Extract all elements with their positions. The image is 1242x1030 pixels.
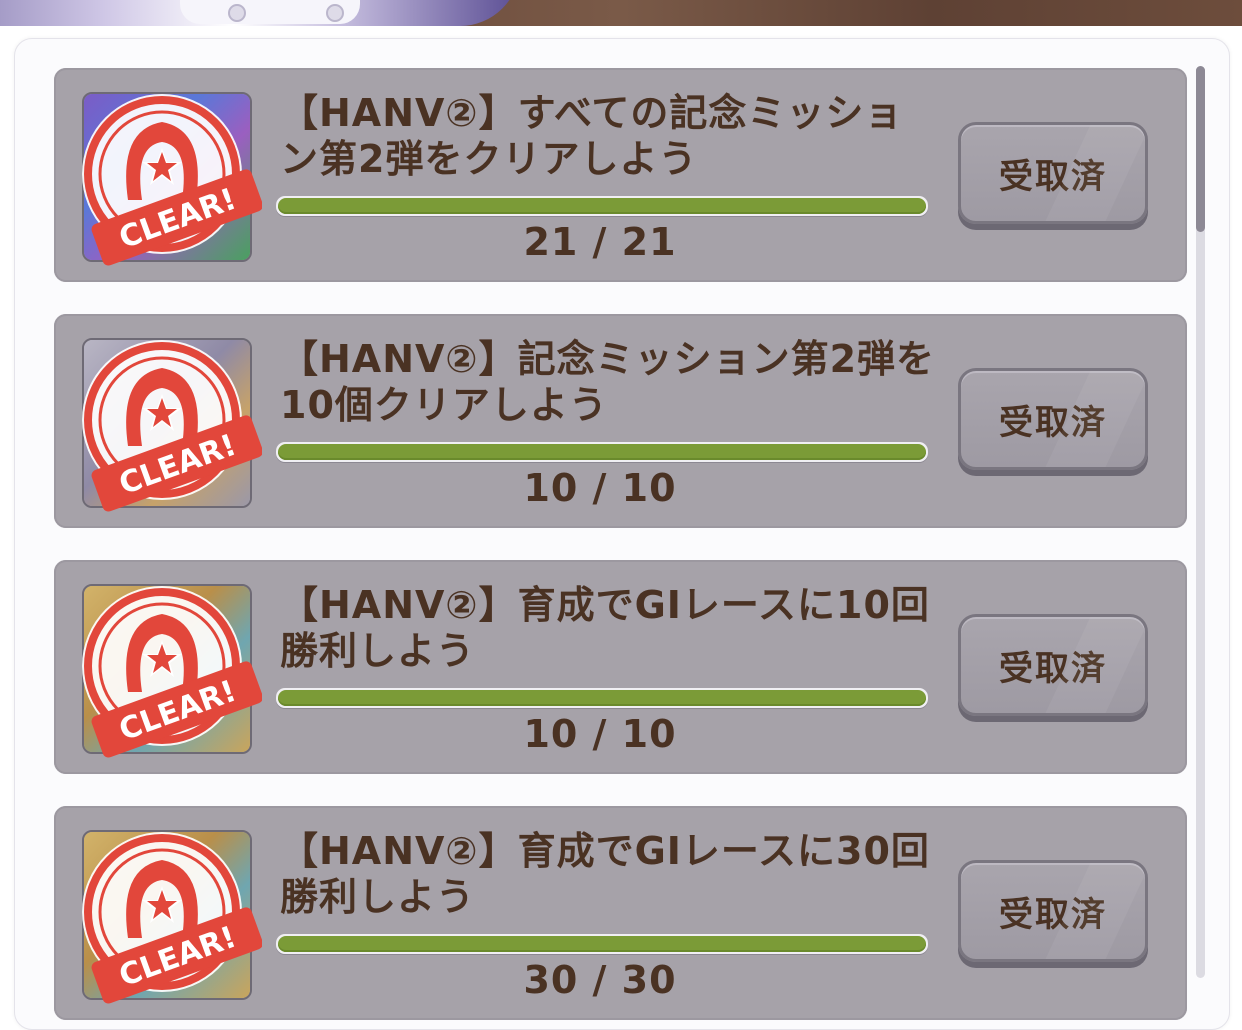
mission-title: 【HANV②】育成でGⅠレースに10回勝利しよう: [280, 583, 930, 673]
progress-fill: [278, 198, 926, 214]
progress-count: 10 / 10: [523, 712, 677, 756]
claimed-button[interactable]: 受取済: [958, 368, 1148, 470]
claimed-button[interactable]: 受取済: [958, 614, 1148, 716]
claimed-button[interactable]: 受取済: [958, 122, 1148, 224]
scrollbar[interactable]: [1196, 66, 1205, 978]
scrollbar-thumb[interactable]: [1196, 66, 1205, 232]
mission-card: CLEAR! 【HANV②】すべての記念ミッション第2弾をクリアしよう 21 /…: [54, 68, 1187, 282]
progress-bar: [276, 442, 928, 462]
progress-count: 30 / 30: [523, 958, 677, 1002]
mission-card: CLEAR! 【HANV②】育成でGⅠレースに10回勝利しよう 10 / 10 …: [54, 560, 1187, 774]
progress-bar: [276, 196, 928, 216]
claimed-button[interactable]: 受取済: [958, 860, 1148, 962]
progress-bar: [276, 934, 928, 954]
clear-stamp-icon: CLEAR!: [82, 340, 262, 512]
mission-list: CLEAR! 【HANV②】すべての記念ミッション第2弾をクリアしよう 21 /…: [0, 0, 1242, 1020]
mission-card: CLEAR! 【HANV②】記念ミッション第2弾を10個クリアしよう 10 / …: [54, 314, 1187, 528]
clear-stamp-icon: CLEAR!: [82, 586, 262, 758]
mission-title: 【HANV②】記念ミッション第2弾を10個クリアしよう: [280, 337, 936, 427]
clear-stamp-icon: CLEAR!: [82, 94, 262, 266]
mission-card: CLEAR! 【HANV②】育成でGⅠレースに30回勝利しよう 30 / 30 …: [54, 806, 1187, 1020]
mission-title: 【HANV②】すべての記念ミッション第2弾をクリアしよう: [280, 91, 904, 181]
progress-count: 10 / 10: [523, 466, 677, 510]
progress-bar: [276, 688, 928, 708]
clear-stamp-icon: CLEAR!: [82, 832, 262, 1004]
mission-title: 【HANV②】育成でGⅠレースに30回勝利しよう: [280, 829, 930, 919]
progress-count: 21 / 21: [523, 220, 677, 264]
progress-fill: [278, 444, 926, 460]
progress-fill: [278, 690, 926, 706]
progress-fill: [278, 936, 926, 952]
